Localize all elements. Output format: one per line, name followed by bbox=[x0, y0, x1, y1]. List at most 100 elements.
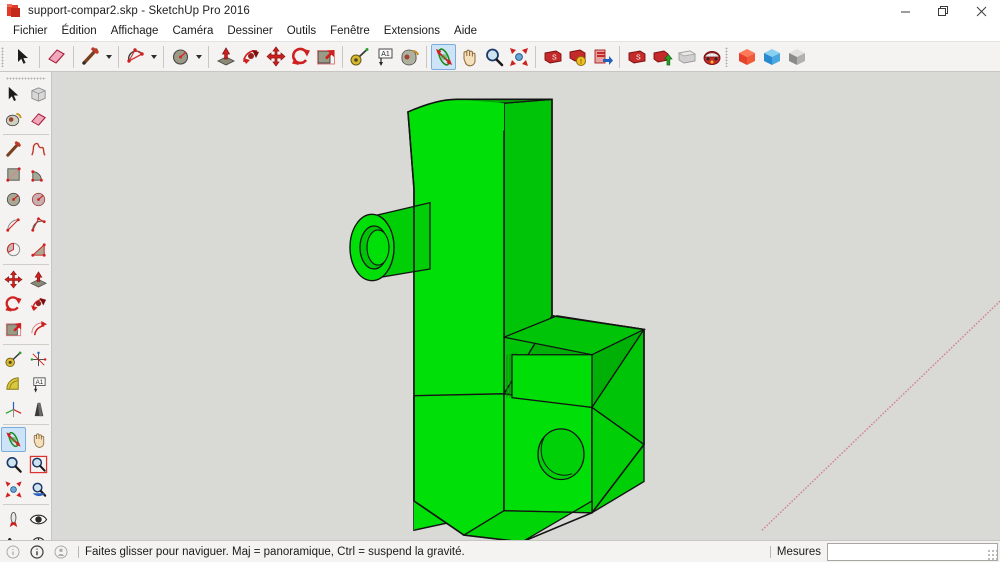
restore-icon[interactable] bbox=[924, 0, 962, 22]
toolbar-solid-blue-cube-icon[interactable] bbox=[759, 44, 784, 70]
sidebar-3d-text-icon[interactable] bbox=[26, 397, 51, 422]
sidebar-pan-hand-icon[interactable] bbox=[26, 427, 51, 452]
menu-affichage[interactable]: Affichage bbox=[104, 23, 166, 41]
toolbar-move-icon[interactable] bbox=[263, 44, 288, 70]
sidebar-tape-measure-icon[interactable] bbox=[1, 347, 26, 372]
toolbar-pan-hand-icon[interactable] bbox=[456, 44, 481, 70]
menu-extensions[interactable]: Extensions bbox=[377, 23, 447, 41]
sidebar-arc-2point-icon[interactable] bbox=[1, 212, 26, 237]
sidebar-orbit-icon[interactable] bbox=[1, 427, 26, 452]
measurements-input[interactable] bbox=[827, 543, 998, 561]
toolbar-solid-red-cube-icon[interactable] bbox=[734, 44, 759, 70]
toolbar-zoom-extents-icon[interactable] bbox=[506, 44, 531, 70]
toolbar-pencil-dropdown-chevron-down-icon[interactable] bbox=[103, 44, 114, 70]
sidebar-section-plane-icon[interactable] bbox=[26, 532, 51, 540]
sidebar-push-pull-icon[interactable] bbox=[26, 267, 51, 292]
toolbar-grip[interactable] bbox=[1, 44, 8, 70]
person-grey-icon[interactable] bbox=[50, 543, 72, 561]
sidebar-row-constr-3 bbox=[1, 397, 51, 422]
sidebar-make-component-icon[interactable] bbox=[26, 82, 51, 107]
sidebar-move-icon[interactable] bbox=[1, 267, 26, 292]
large-tool-set-toolbar: A1 bbox=[0, 72, 52, 540]
sidebar-paint-bucket-icon[interactable] bbox=[1, 107, 26, 132]
info-dark-icon[interactable] bbox=[26, 543, 48, 561]
sidebar-position-camera-icon[interactable] bbox=[1, 507, 26, 532]
toolbar-rotate-icon[interactable] bbox=[288, 44, 313, 70]
sidebar-text-label-icon[interactable]: A1 bbox=[26, 372, 51, 397]
toolbar-push-pull-icon[interactable] bbox=[213, 44, 238, 70]
toolbar-warehouse-model-icon[interactable]: S bbox=[624, 44, 649, 70]
window-resize-grip[interactable] bbox=[987, 549, 999, 561]
menu-fenetre[interactable]: Fenêtre bbox=[323, 23, 377, 41]
measurements-divider bbox=[770, 546, 771, 558]
menu-camera[interactable]: Caméra bbox=[165, 23, 220, 41]
sidebar-arc-3point-icon[interactable] bbox=[26, 212, 51, 237]
model-viewport[interactable] bbox=[52, 72, 1000, 540]
toolbar-dimension-text-icon[interactable]: A1 bbox=[372, 44, 397, 70]
sidebar-zoom-extents-icon[interactable] bbox=[1, 477, 26, 502]
toolbar-paint-bucket-icon[interactable] bbox=[397, 44, 422, 70]
toolbar-follow-me-icon[interactable] bbox=[238, 44, 263, 70]
sidebar-pencil-line-icon[interactable] bbox=[1, 137, 26, 162]
close-icon[interactable] bbox=[962, 0, 1000, 22]
menu-aide[interactable]: Aide bbox=[447, 23, 484, 41]
info-grey-icon[interactable] bbox=[2, 543, 24, 561]
sidebar-zoom-window-icon[interactable] bbox=[26, 452, 51, 477]
sidebar-offset-icon[interactable] bbox=[26, 317, 51, 342]
toolbar-pencil-line-icon[interactable] bbox=[78, 44, 103, 70]
sidebar-follow-me-icon[interactable] bbox=[26, 292, 51, 317]
toolbar-scale-icon[interactable] bbox=[313, 44, 338, 70]
toolbar-orbit-icon[interactable] bbox=[431, 44, 456, 70]
sketchup-window: support-compar2.skp - SketchUp Pro 2016 … bbox=[0, 0, 1000, 562]
sidebar-axes-protractor-icon[interactable] bbox=[1, 372, 26, 397]
toolbar-solid-grey-cube-icon[interactable] bbox=[784, 44, 809, 70]
sidebar-row-visite-1 bbox=[1, 507, 51, 532]
sidebar-previous-view-icon[interactable] bbox=[26, 477, 51, 502]
sidebar-row-modif-3 bbox=[1, 317, 51, 342]
toolbar-layout-export-icon[interactable] bbox=[590, 44, 615, 70]
toolbar-eraser-icon[interactable] bbox=[44, 44, 69, 70]
sidebar-eraser-icon[interactable] bbox=[26, 107, 51, 132]
sidebar-row-constr-2: A1 bbox=[1, 372, 51, 397]
sidebar-protractor-icon[interactable] bbox=[26, 347, 51, 372]
toolbar-solides-grip[interactable] bbox=[724, 44, 809, 70]
sidebar-rotated-rectangle-icon[interactable] bbox=[26, 162, 51, 187]
toolbar-warehouse-grey-icon[interactable] bbox=[674, 44, 699, 70]
solides-grip-handle[interactable] bbox=[725, 44, 732, 70]
measurements-label: Mesures bbox=[777, 546, 821, 558]
minimize-icon[interactable] bbox=[886, 0, 924, 22]
toolbar-zoom-magnifier-icon[interactable] bbox=[481, 44, 506, 70]
menu-dessiner[interactable]: Dessiner bbox=[220, 23, 279, 41]
sidebar-polygon-icon[interactable] bbox=[26, 187, 51, 212]
base-hole bbox=[538, 429, 584, 480]
toolbar-layout-warn-icon[interactable]: ! bbox=[565, 44, 590, 70]
sidebar-rectangle-icon[interactable] bbox=[1, 162, 26, 187]
sidebar-grip[interactable] bbox=[4, 74, 48, 82]
toolbar-warehouse-upload-icon[interactable] bbox=[649, 44, 674, 70]
sidebar-triangle-icon[interactable] bbox=[26, 237, 51, 262]
toolbar-select-arrow-icon[interactable] bbox=[10, 44, 35, 70]
toolbar-circle-shape-icon[interactable] bbox=[168, 44, 193, 70]
sidebar-walk-icon[interactable] bbox=[1, 532, 26, 540]
sidebar-look-around-icon[interactable] bbox=[26, 507, 51, 532]
sidebar-freehand-icon[interactable] bbox=[26, 137, 51, 162]
toolbar-layout-send-icon[interactable]: S bbox=[540, 44, 565, 70]
status-message: Faites glisser pour naviguer. Maj = pano… bbox=[85, 546, 465, 558]
sidebar-rotate-icon[interactable] bbox=[1, 292, 26, 317]
menu-edition[interactable]: Édition bbox=[55, 23, 104, 41]
sidebar-zoom-magnifier-icon[interactable] bbox=[1, 452, 26, 477]
sidebar-axes-icon[interactable] bbox=[1, 397, 26, 422]
toolbar-arc-dropdown-chevron-down-icon[interactable] bbox=[148, 44, 159, 70]
menu-outils[interactable]: Outils bbox=[280, 23, 323, 41]
toolbar-circle-dropdown-chevron-down-icon[interactable] bbox=[193, 44, 204, 70]
toolbar-tape-measure-icon[interactable] bbox=[347, 44, 372, 70]
sidebar-select-arrow-icon[interactable] bbox=[1, 82, 26, 107]
sidebar-circle-icon[interactable] bbox=[1, 187, 26, 212]
sidebar-divider-5 bbox=[3, 504, 49, 505]
sidebar-scale-icon[interactable] bbox=[1, 317, 26, 342]
toolbar-arc-icon[interactable] bbox=[123, 44, 148, 70]
sidebar-pie-icon[interactable] bbox=[1, 237, 26, 262]
sidebar-row-cam-2 bbox=[1, 452, 51, 477]
menu-fichier[interactable]: Fichier bbox=[6, 23, 55, 41]
toolbar-extension-warehouse-icon[interactable] bbox=[699, 44, 724, 70]
